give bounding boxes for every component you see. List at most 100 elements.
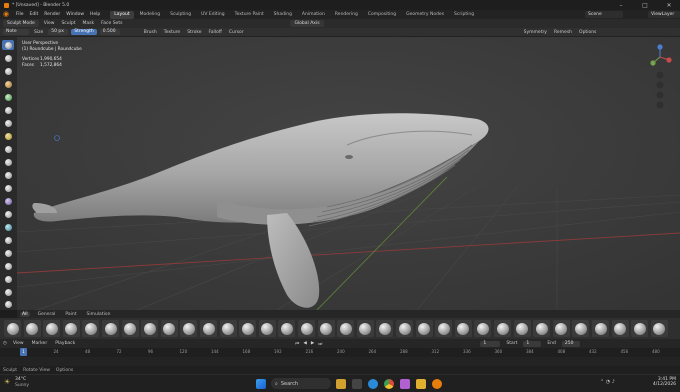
tray-icons[interactable]: ⌃ ◔ ♪ [600,379,615,385]
timeline-menu-marker[interactable]: Marker [30,341,50,346]
weather-temp[interactable]: 34°C [15,377,26,382]
tab-compositing[interactable]: Compositing [364,11,400,19]
menu-mask[interactable]: Mask [81,21,97,26]
tab-scripting[interactable]: Scripting [450,11,478,19]
brush-thumbnail[interactable] [611,320,629,337]
timeline-menu-playback[interactable]: Playback [53,341,77,346]
clay-tool-icon[interactable] [2,66,14,76]
strength-field[interactable]: 0.500 [99,29,120,35]
file-explorer-icon[interactable] [416,379,426,389]
scale-tool-icon[interactable] [2,274,14,284]
size-field[interactable]: 50 px [48,29,69,35]
menu-falloff[interactable]: Falloff [207,30,224,35]
face-set-tool-icon[interactable] [2,131,14,141]
brush-thumbnail[interactable] [160,320,178,337]
taskbar-search-box[interactable]: ⌕ Search [271,378,331,389]
3d-viewport[interactable]: User Perspective (1) Roundcube | Roundcu… [17,37,680,310]
transform-tool-icon[interactable] [2,287,14,297]
brush-thumbnail[interactable] [278,320,296,337]
widgets-icon[interactable] [336,379,346,389]
brush-thumbnail[interactable] [454,320,472,337]
mask-tool-icon[interactable] [2,118,14,128]
menu-file[interactable]: File [14,12,26,17]
jump-start-icon[interactable]: ⏮ [295,341,299,347]
timeline-tracks[interactable] [0,357,680,366]
mode-dropdown[interactable]: Sculpt Mode [3,20,39,27]
maximize-icon[interactable]: □ [634,0,656,10]
inflate-tool-icon[interactable] [2,196,14,206]
pinch-tool-icon[interactable] [2,170,14,180]
menu-texture[interactable]: Texture [162,30,182,35]
brush-thumbnail[interactable] [650,320,668,337]
brush-thumbnail[interactable] [435,320,453,337]
brush-thumbnail[interactable] [376,320,394,337]
menu-render[interactable]: Render [42,12,62,17]
menu-brush[interactable]: Brush [142,30,159,35]
lasso-mask-tool-icon[interactable] [2,235,14,245]
brush-thumbnail[interactable] [317,320,335,337]
brush-thumbnail[interactable] [102,320,119,337]
tab-all[interactable]: All [20,311,30,317]
brush-thumbnail[interactable] [200,320,217,337]
box-mask-tool-icon[interactable] [2,222,14,232]
timeline-menu-view[interactable]: View [11,341,26,346]
snake-hook-tool-icon[interactable] [2,157,14,167]
brush-thumbnail[interactable] [592,320,609,337]
timeline-ruler[interactable]: 1 12448729612014416819221624026428831233… [0,348,680,357]
remesh-menu[interactable]: Remesh [552,30,574,35]
brush-thumbnail[interactable] [552,320,570,337]
move-tool-icon[interactable] [2,248,14,258]
tab-rendering[interactable]: Rendering [331,11,362,19]
brush-thumbnail[interactable] [513,320,531,337]
tab-geometry-nodes[interactable]: Geometry Nodes [402,11,448,19]
edge-browser-icon[interactable] [368,379,378,389]
flatten-tool-icon[interactable] [2,105,14,115]
tab-layout[interactable]: Layout [110,10,134,19]
tab-uv-editing[interactable]: UV Editing [197,11,228,19]
menu-window[interactable]: Window [64,12,86,17]
brush-thumbnail[interactable] [494,320,511,337]
rotate-tool-icon[interactable] [2,261,14,271]
tab-simulation[interactable]: Simulation [84,312,112,317]
app-icon[interactable] [400,379,410,389]
minimize-icon[interactable]: – [610,0,632,10]
menu-help[interactable]: Help [88,12,102,17]
symmetry-menu[interactable]: Symmetry [522,30,549,35]
play-reverse-icon[interactable]: ◀ [303,341,306,346]
options-menu[interactable]: Options [577,30,598,35]
brush-selector[interactable]: Note [3,29,29,35]
playhead[interactable]: 1 [20,348,27,356]
blender-taskbar-icon[interactable] [432,379,442,389]
clock[interactable]: 3:41 PM 4/12/2026 [640,377,676,387]
end-frame-field[interactable]: 250 [561,340,580,347]
brush-thumbnail[interactable] [23,320,41,337]
brush-thumbnail[interactable] [474,320,492,337]
tab-shading[interactable]: Shading [270,11,296,19]
tab-texture-paint[interactable]: Texture Paint [231,11,268,19]
menu-view[interactable]: View [42,21,57,26]
brush-thumbnail[interactable] [180,320,198,337]
annotate-tool-icon[interactable] [2,299,14,309]
grab-tool-icon[interactable] [2,144,14,154]
menu-edit[interactable]: Edit [28,12,41,17]
draw-tool-icon[interactable] [2,53,14,63]
menu-sculpt[interactable]: Sculpt [59,21,77,26]
brush-thumbnail[interactable] [141,320,159,337]
start-menu-icon[interactable] [256,379,266,389]
menu-stroke[interactable]: Stroke [185,30,203,35]
timeline-editor-icon[interactable]: ◷ [3,341,7,346]
close-icon[interactable]: ✕ [658,0,680,10]
tab-animation[interactable]: Animation [298,11,329,19]
brush-thumbnail[interactable] [396,320,413,337]
crease-tool-icon[interactable] [2,79,14,89]
menu-cursor[interactable]: Cursor [227,30,246,35]
view-layer-selector[interactable]: ViewLayer [648,11,680,18]
smooth-tool-icon[interactable] [2,92,14,102]
brush-thumbnail[interactable] [82,320,100,337]
brush-thumbnail[interactable] [533,320,551,337]
orientation-dropdown[interactable]: Global Axis [290,20,324,27]
layer-tool-icon[interactable] [2,183,14,193]
scene-selector[interactable]: Scene [585,11,623,18]
brush-thumbnail[interactable] [239,320,257,337]
brush-thumbnail[interactable] [62,320,80,337]
